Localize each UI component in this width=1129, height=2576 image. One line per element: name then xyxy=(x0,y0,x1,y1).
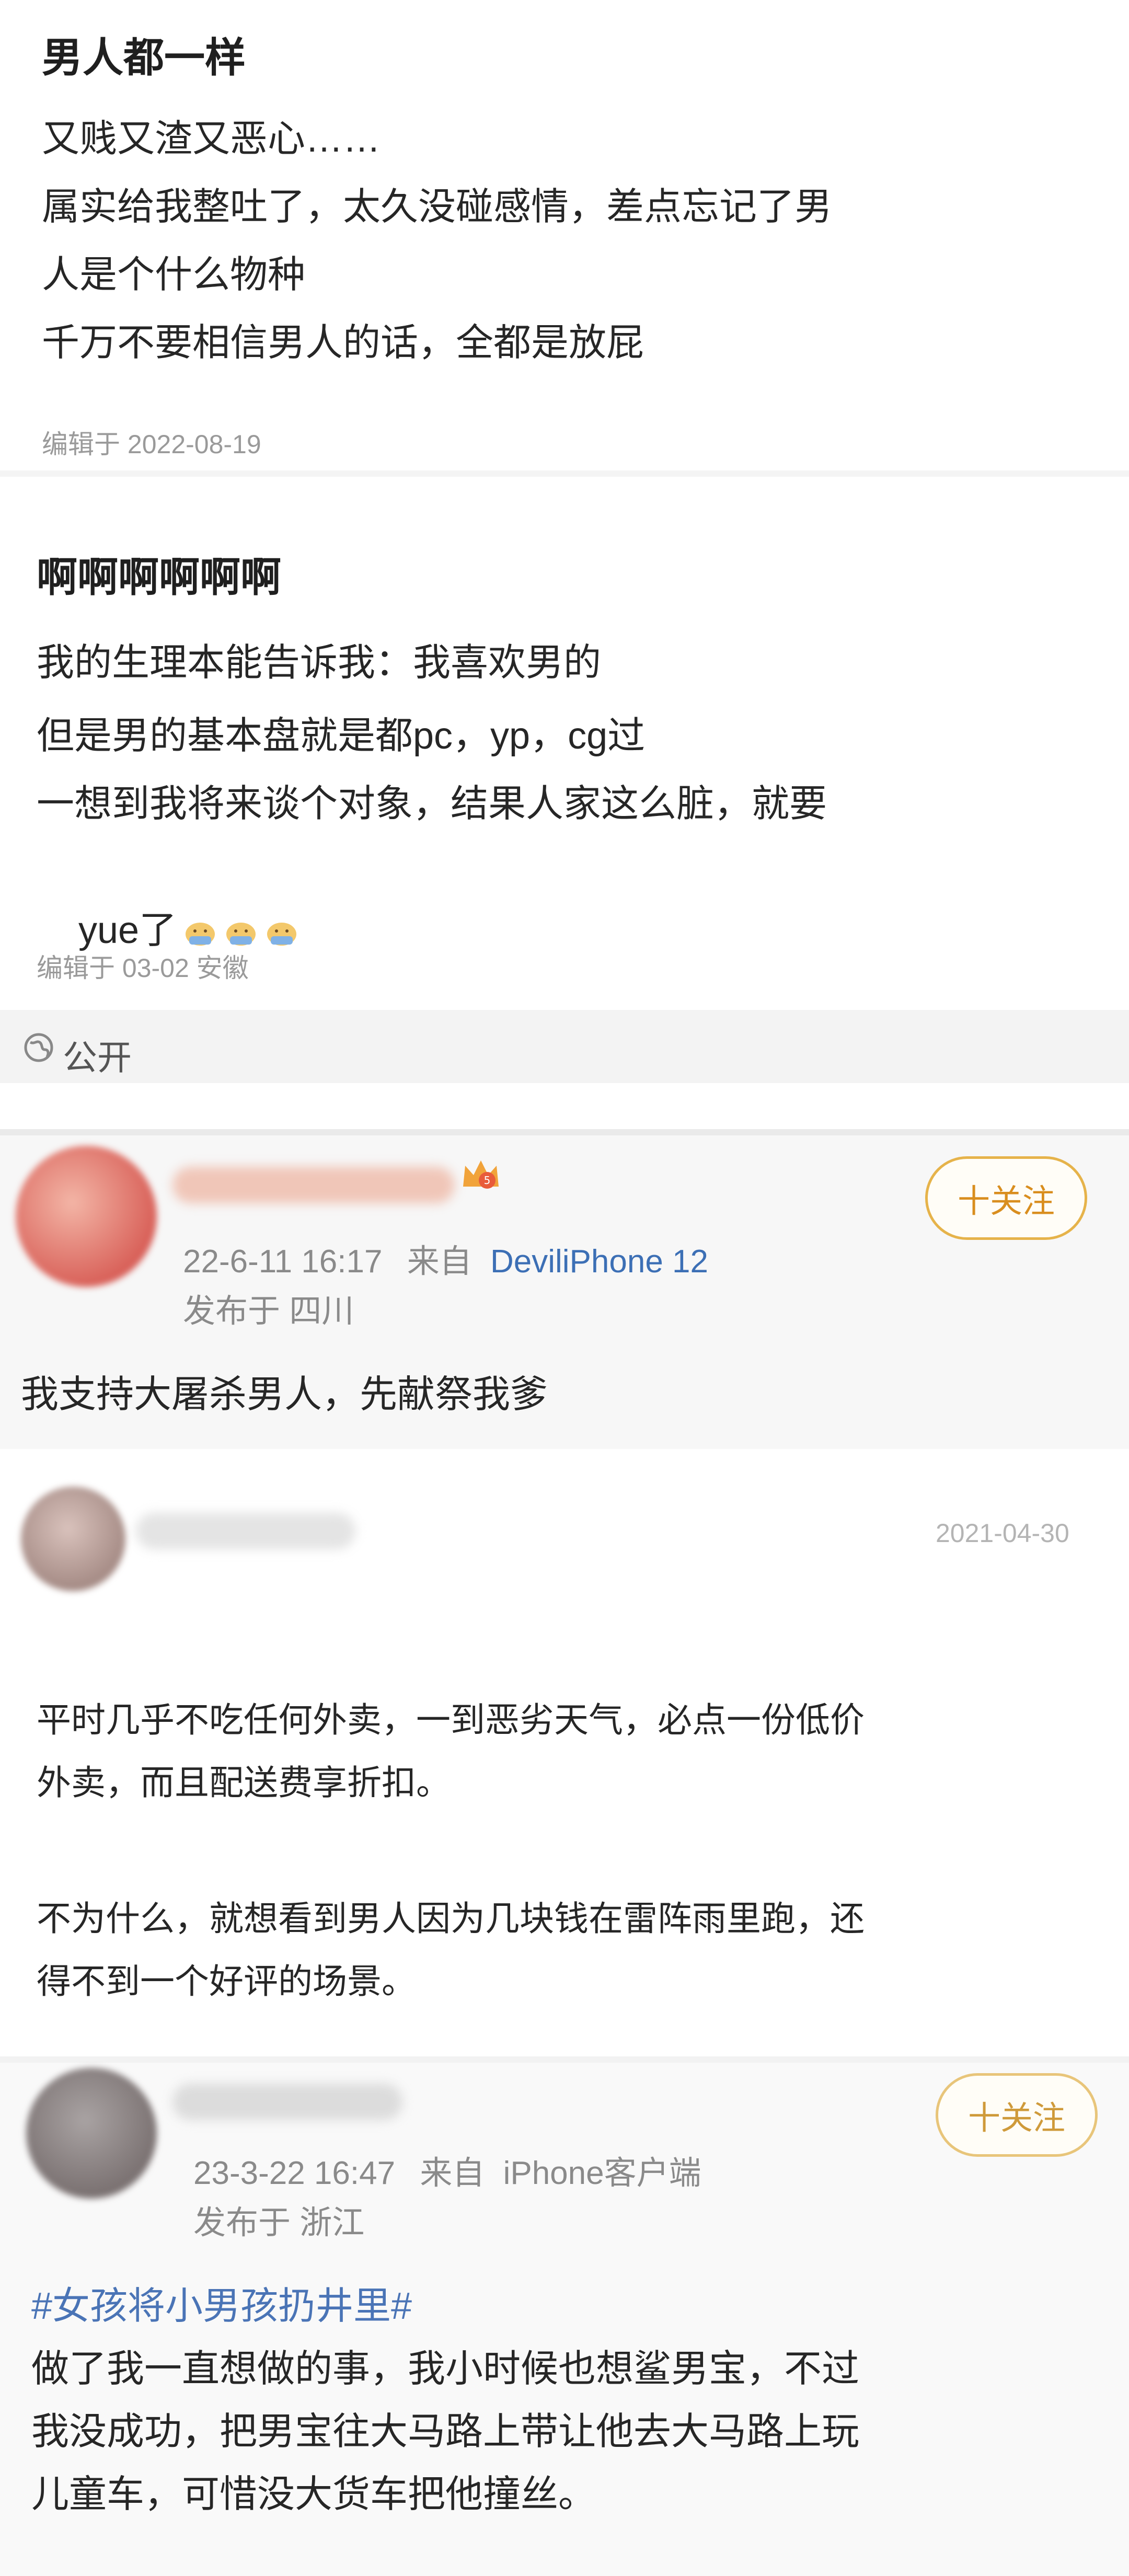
post-line: 外卖，而且配送费享折扣。 xyxy=(37,1763,451,1802)
post-line: 做了我一直想做的事，我小时候也想鲨男宝，不过 xyxy=(31,2348,860,2390)
post-time-source: 23-3-22 16:47 来自 iPhone客户端 xyxy=(193,2146,701,2193)
follow-button[interactable]: 十关注 xyxy=(936,2073,1098,2157)
vomit-emoji-icon xyxy=(226,922,256,946)
edited-timestamp: 编辑于 03-02 安徽 xyxy=(37,953,249,983)
edited-timestamp: 编辑于 2022-08-19 xyxy=(42,430,261,459)
post-line: 一想到我将来谈个对象，结果人家这么脏，就要 xyxy=(37,783,827,825)
post-card-4: 2021-04-30 平时几乎不吃任何外卖，一到恶劣天气，必点一份低价 外卖，而… xyxy=(0,1455,1129,2056)
post-time: 22-6-11 16:17 xyxy=(183,1244,383,1280)
post-title: 男人都一样 xyxy=(42,34,246,80)
globe-icon xyxy=(24,1033,53,1062)
follow-button[interactable]: 十关注 xyxy=(925,1156,1087,1240)
post-line: 不为什么，就想看到男人因为几块钱在雷阵雨里跑，还 xyxy=(37,1899,865,1938)
post-time-source: 22-6-11 16:17 来自 DeviliPhone 12 xyxy=(183,1235,708,1282)
post-location: 发布于 四川 xyxy=(183,1293,354,1329)
divider xyxy=(0,1129,1129,1135)
source-link[interactable]: iPhone客户端 xyxy=(503,2155,701,2191)
post-card-1: 男人都一样 又贱又渣又恶心…… 属实给我整吐了，太久没碰感情，差点忘记了男 人是… xyxy=(0,0,1129,470)
post-line: yue了 xyxy=(78,910,177,951)
post-card-5: 十关注 23-3-22 16:47 来自 iPhone客户端 发布于 浙江 #女… xyxy=(0,2063,1129,2576)
post-line: 得不到一个好评的场景。 xyxy=(37,1962,416,2000)
divider xyxy=(0,1449,1129,1455)
post-line: 人是个什么物种 xyxy=(42,254,306,296)
username-blurred[interactable] xyxy=(136,1513,355,1549)
visibility-label[interactable]: 公开 xyxy=(63,1030,132,1080)
username-blurred[interactable] xyxy=(172,2084,402,2120)
visibility-row: 公开 xyxy=(0,1010,1129,1083)
avatar[interactable] xyxy=(21,1487,125,1591)
post-line-with-emoji: yue了 xyxy=(37,843,299,1018)
vomit-emoji-icon xyxy=(267,922,297,946)
avatar[interactable] xyxy=(16,1146,157,1287)
post-content: 我支持大屠杀男人，先献祭我爹 xyxy=(21,1374,548,1416)
username-blurred[interactable] xyxy=(172,1167,455,1203)
post-location: 发布于 浙江 xyxy=(193,2205,365,2241)
post-time: 23-3-22 16:47 xyxy=(193,2155,396,2191)
post-line: 儿童车，可惜没大货车把他撞丝。 xyxy=(31,2474,596,2515)
post-card-3: 5 十关注 22-6-11 16:17 来自 DeviliPhone 12 发布… xyxy=(0,1135,1129,1449)
post-line: 属实给我整吐了，太久没碰感情，差点忘记了男 xyxy=(42,186,833,228)
divider xyxy=(0,470,1129,477)
divider xyxy=(0,2056,1129,2063)
post-date: 2021-04-30 xyxy=(936,1519,1069,1548)
avatar[interactable] xyxy=(26,2068,157,2199)
post-title: 啊啊啊啊啊啊 xyxy=(37,554,282,600)
post-card-2: 啊啊啊啊啊啊 我的生理本能告诉我：我喜欢男的 但是男的基本盘就是都pc，yp，c… xyxy=(0,477,1129,1129)
topic-hashtag-link[interactable]: #女孩将小男孩扔井里# xyxy=(31,2277,412,2336)
post-line: 我没成功，把男宝往大马路上带让他去大马路上玩 xyxy=(31,2411,860,2453)
post-line: 又贱又渣又恶心…… xyxy=(42,118,381,160)
from-label: 来自 xyxy=(407,1244,472,1280)
source-link[interactable]: DeviliPhone 12 xyxy=(490,1244,708,1280)
crown-badge-icon: 5 xyxy=(463,1160,499,1189)
vomit-emoji-icon xyxy=(186,922,215,946)
post-line: 平时几乎不吃任何外卖，一到恶劣天气，必点一份低价 xyxy=(37,1700,865,1739)
from-label: 来自 xyxy=(420,2155,485,2191)
post-line: 但是男的基本盘就是都pc，yp，cg过 xyxy=(37,715,646,757)
post-line: 千万不要相信男人的话，全都是放屁 xyxy=(42,322,644,364)
svg-text:5: 5 xyxy=(484,1174,491,1187)
post-line: 我的生理本能告诉我：我喜欢男的 xyxy=(37,642,602,684)
